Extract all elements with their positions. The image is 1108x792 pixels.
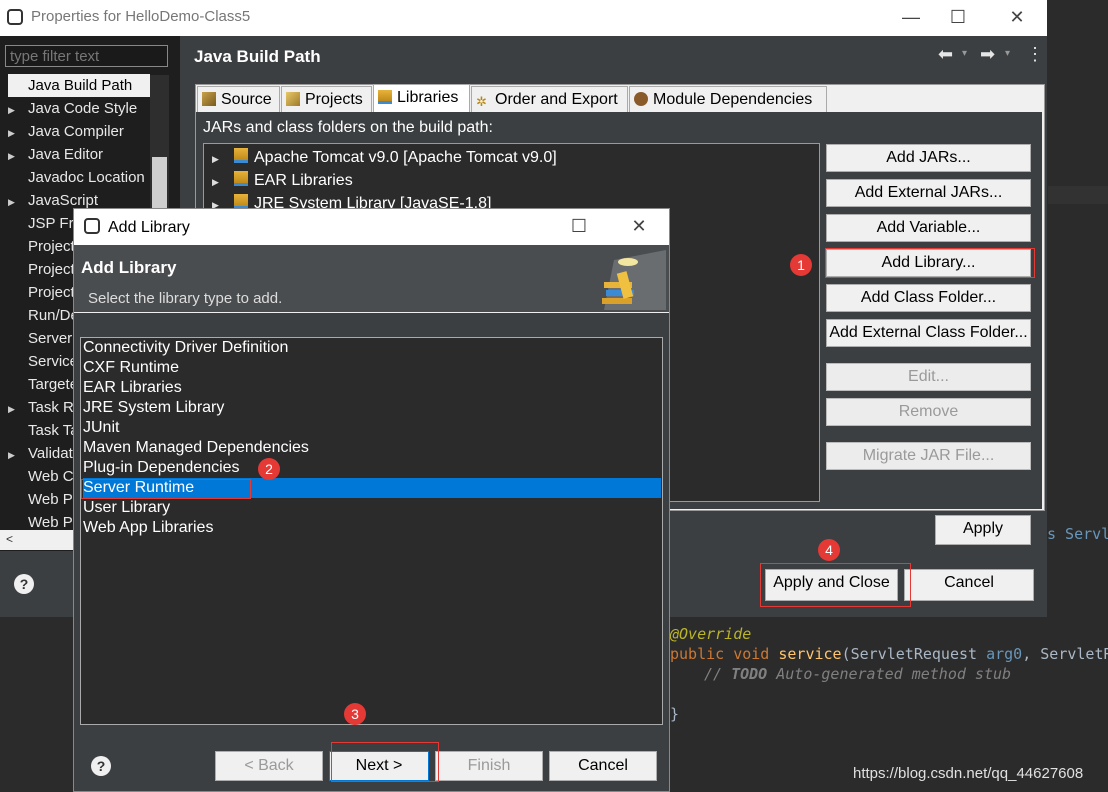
tab-source[interactable]: Source [197,86,280,112]
library-type-item[interactable]: Web App Libraries [83,518,661,538]
tree-item[interactable]: Java Build Path [8,74,150,97]
library-icon [234,148,248,163]
library-type-item[interactable]: JRE System Library [83,398,661,418]
dialog-header-title: Add Library [81,258,177,277]
project-icon [286,92,300,106]
library-icon [234,194,248,209]
watermark: https://blog.csdn.net/qq_44627608 [853,765,1084,782]
module-icon [634,92,648,106]
tree-item-label: Java Compiler [28,123,124,140]
properties-window-title: Properties for HelloDemo-Class5 [31,8,251,25]
dialog-help-icon[interactable]: ? [91,756,111,776]
apply-button[interactable]: Apply [935,515,1031,545]
library-type-item[interactable]: Plug-in Dependencies [83,458,661,478]
forward-nav-icon[interactable]: ➡ [980,44,995,65]
add-external-class-folder-button[interactable]: Add External Class Folder... [826,319,1031,347]
highlight-server-runtime [81,479,251,499]
tab-projects[interactable]: Projects [281,86,372,112]
tree-item[interactable]: ▶ Java Editor [8,143,150,166]
library-icon [234,171,248,186]
highlight-apply-and-close [760,563,911,607]
migrate-jar-button[interactable]: Migrate JAR File... [826,442,1031,470]
expand-arrow-icon[interactable]: ▶ [8,191,28,212]
tree-item[interactable]: ▶ Java Code Style [8,97,150,120]
tree-item-label: Javadoc Location [28,169,145,186]
library-type-item[interactable]: CXF Runtime [83,358,661,378]
add-variable-button[interactable]: Add Variable... [826,214,1031,242]
step-marker-3: 3 [344,703,366,725]
code-line-class: s Servl [1047,525,1108,543]
library-type-item[interactable]: EAR Libraries [83,378,661,398]
dialog-maximize-icon[interactable]: ☐ [556,209,602,245]
library-icon [378,90,392,104]
back-nav-icon[interactable]: ⬅ [938,44,953,65]
expand-arrow-icon[interactable]: ▶ [8,444,28,465]
add-external-jars-button[interactable]: Add External JARs... [826,179,1031,207]
view-menu-icon[interactable]: ⋮ [1026,44,1044,65]
highlight-next [331,742,439,782]
code-line-method: public void service(ServletRequest arg0,… [670,645,1108,663]
expand-arrow-icon[interactable]: ▶ [8,145,28,166]
dialog-close-icon[interactable]: ✕ [616,209,662,245]
tree-item-label: Java Build Path [28,77,133,94]
step-marker-1: 1 [790,254,812,276]
expand-arrow-icon[interactable]: ▶ [8,99,28,120]
back-button[interactable]: < Back [215,751,323,781]
dialog-title: Add Library [108,219,190,236]
tree-item[interactable]: ▶ Java Compiler [8,120,150,143]
library-type-item[interactable]: JUnit [83,418,661,438]
step-marker-2: 2 [258,458,280,480]
order-export-icon: ✲ [476,94,487,109]
library-wizard-banner-icon [594,250,668,310]
tab-libraries[interactable]: Libraries [373,84,470,112]
help-icon[interactable]: ? [14,574,34,594]
eclipse-app-icon [7,9,23,25]
tab-order-and-export[interactable]: ✲ Order and Export [471,86,628,112]
source-folder-icon [202,92,216,106]
expand-arrow-icon[interactable]: ▶ [212,177,234,188]
filter-input[interactable]: type filter text [5,45,168,67]
library-type-item[interactable]: Connectivity Driver Definition [83,338,661,358]
step-marker-4: 4 [818,539,840,561]
library-type-item[interactable]: User Library [83,498,661,518]
maximize-icon[interactable]: ☐ [935,0,981,36]
back-history-chevron-icon[interactable]: ▾ [962,48,967,59]
edit-button[interactable]: Edit... [826,363,1031,391]
dialog-cancel-button[interactable]: Cancel [549,751,657,781]
dialog-header-subtitle: Select the library type to add. [88,290,283,307]
jar-entry-tomcat[interactable]: ▶ Apache Tomcat v9.0 [Apache Tomcat v9.0] [212,148,557,167]
editor-current-line [1048,186,1108,204]
jars-label: JARs and class folders on the build path… [203,119,493,136]
page-title: Java Build Path [194,47,321,66]
highlight-add-library [825,248,1035,278]
eclipse-app-icon [84,218,100,234]
cancel-button[interactable]: Cancel [904,569,1034,601]
add-jars-button[interactable]: Add JARs... [826,144,1031,172]
tree-item[interactable]: Javadoc Location [8,166,150,189]
finish-button[interactable]: Finish [435,751,543,781]
code-line-comment: // TODO Auto-generated method stub [704,665,1012,683]
scroll-left-icon[interactable]: < [6,532,13,546]
expand-arrow-icon[interactable]: ▶ [8,398,28,419]
tree-item-label: Java Editor [28,146,104,163]
add-class-folder-button[interactable]: Add Class Folder... [826,284,1031,312]
library-type-item[interactable]: Maven Managed Dependencies [83,438,661,458]
forward-history-chevron-icon[interactable]: ▾ [1005,48,1010,59]
tree-item-label: Server [28,330,73,347]
tab-module-dependencies[interactable]: Module Dependencies [629,86,827,112]
code-line-annotation: @Override [670,625,752,643]
remove-button[interactable]: Remove [826,398,1031,426]
expand-arrow-icon[interactable]: ▶ [212,154,234,165]
minimize-icon[interactable]: — [888,0,934,36]
jar-entry-ear[interactable]: ▶ EAR Libraries [212,171,353,190]
tree-item-label: JavaScript [28,192,99,209]
expand-arrow-icon[interactable]: ▶ [8,122,28,143]
close-icon[interactable]: ✕ [994,0,1040,36]
code-line-brace: } [670,705,680,723]
tree-item-label: Java Code Style [28,100,138,117]
